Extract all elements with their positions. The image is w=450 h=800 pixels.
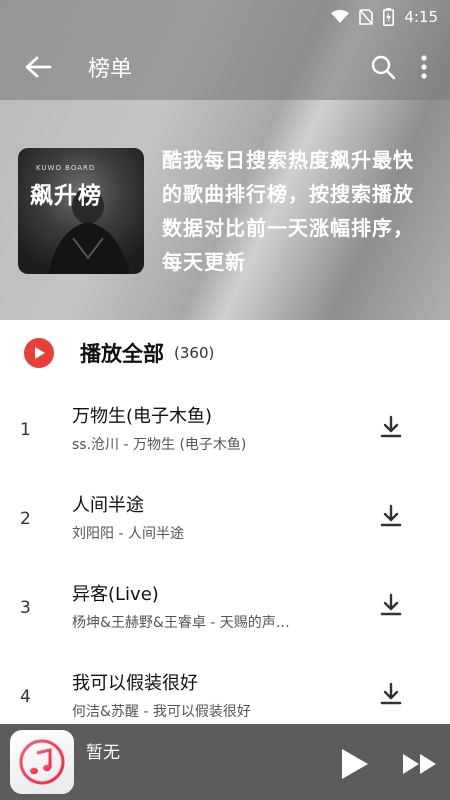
back-arrow-icon — [25, 56, 52, 78]
song-rank: 3 — [20, 598, 31, 618]
app-bar: 4:15 榜单 — [0, 0, 450, 100]
play-all-label[interactable]: 播放全部 — [80, 338, 164, 368]
download-icon — [380, 593, 402, 616]
play-all-row[interactable]: 播放全部 (360) — [0, 320, 450, 386]
status-bar: 4:15 — [0, 0, 450, 34]
music-note-icon — [19, 739, 65, 785]
cover-small-label: KUWO BOARD — [36, 164, 96, 172]
download-button[interactable] — [374, 588, 408, 622]
song-title: 异客(Live) — [72, 584, 159, 605]
toolbar: 榜单 — [0, 34, 450, 100]
song-artist-album: ss.沧川 - 万物生 (电子木鱼) — [72, 437, 247, 453]
download-icon — [380, 504, 402, 527]
song-title: 我可以假装很好 — [72, 673, 198, 694]
board-description: 酷我每日搜索热度飙升最快的歌曲排行榜，按搜索播放数据对比前一天涨幅排序，每天更新 — [162, 148, 414, 274]
more-options-button[interactable] — [406, 44, 442, 90]
search-button[interactable] — [360, 44, 406, 90]
song-rank: 4 — [20, 687, 31, 707]
back-button[interactable] — [8, 42, 68, 92]
play-icon — [342, 749, 368, 779]
download-button[interactable] — [374, 410, 408, 444]
next-button[interactable] — [398, 746, 442, 782]
page-title: 榜单 — [88, 57, 133, 82]
song-title: 人间半途 — [72, 495, 144, 516]
status-time: 4:15 — [404, 8, 438, 26]
battery-charging-icon — [383, 8, 395, 26]
play-button[interactable] — [334, 744, 374, 784]
download-icon — [380, 415, 402, 438]
search-icon — [371, 55, 396, 80]
song-artist-album: 何洁&苏醒 - 我可以假装很好 — [72, 704, 251, 720]
song-row[interactable]: 2 人间半途 刘阳阳 - 人间半途 — [0, 481, 450, 561]
song-artist-album: 刘阳阳 - 人间半途 — [72, 526, 184, 542]
cover-title: 飙升榜 — [30, 183, 102, 209]
wifi-icon — [331, 10, 350, 24]
song-rank: 1 — [20, 420, 31, 440]
play-all-icon[interactable] — [24, 338, 54, 368]
song-row[interactable]: 3 异客(Live) 杨坤&王赫野&王睿卓 - 天赐的声… — [0, 570, 450, 650]
board-cover-image: KUWO BOARD 飙升榜 — [18, 148, 144, 274]
download-button[interactable] — [374, 499, 408, 533]
song-rank: 2 — [20, 509, 31, 529]
song-artist-album: 杨坤&王赫野&王睿卓 - 天赐的声… — [72, 615, 290, 631]
skip-next-icon — [403, 754, 436, 774]
song-count: (360) — [174, 344, 215, 362]
download-button[interactable] — [374, 677, 408, 711]
song-row[interactable]: 1 万物生(电子木鱼) ss.沧川 - 万物生 (电子木鱼) — [0, 392, 450, 472]
no-sim-icon — [359, 9, 374, 25]
download-icon — [380, 682, 402, 705]
song-title: 万物生(电子木鱼) — [72, 406, 213, 427]
mini-player[interactable]: 暂无 — [0, 724, 450, 800]
now-playing-title: 暂无 — [86, 743, 120, 763]
now-playing-artwork[interactable] — [10, 730, 74, 794]
more-vertical-icon — [421, 55, 427, 79]
